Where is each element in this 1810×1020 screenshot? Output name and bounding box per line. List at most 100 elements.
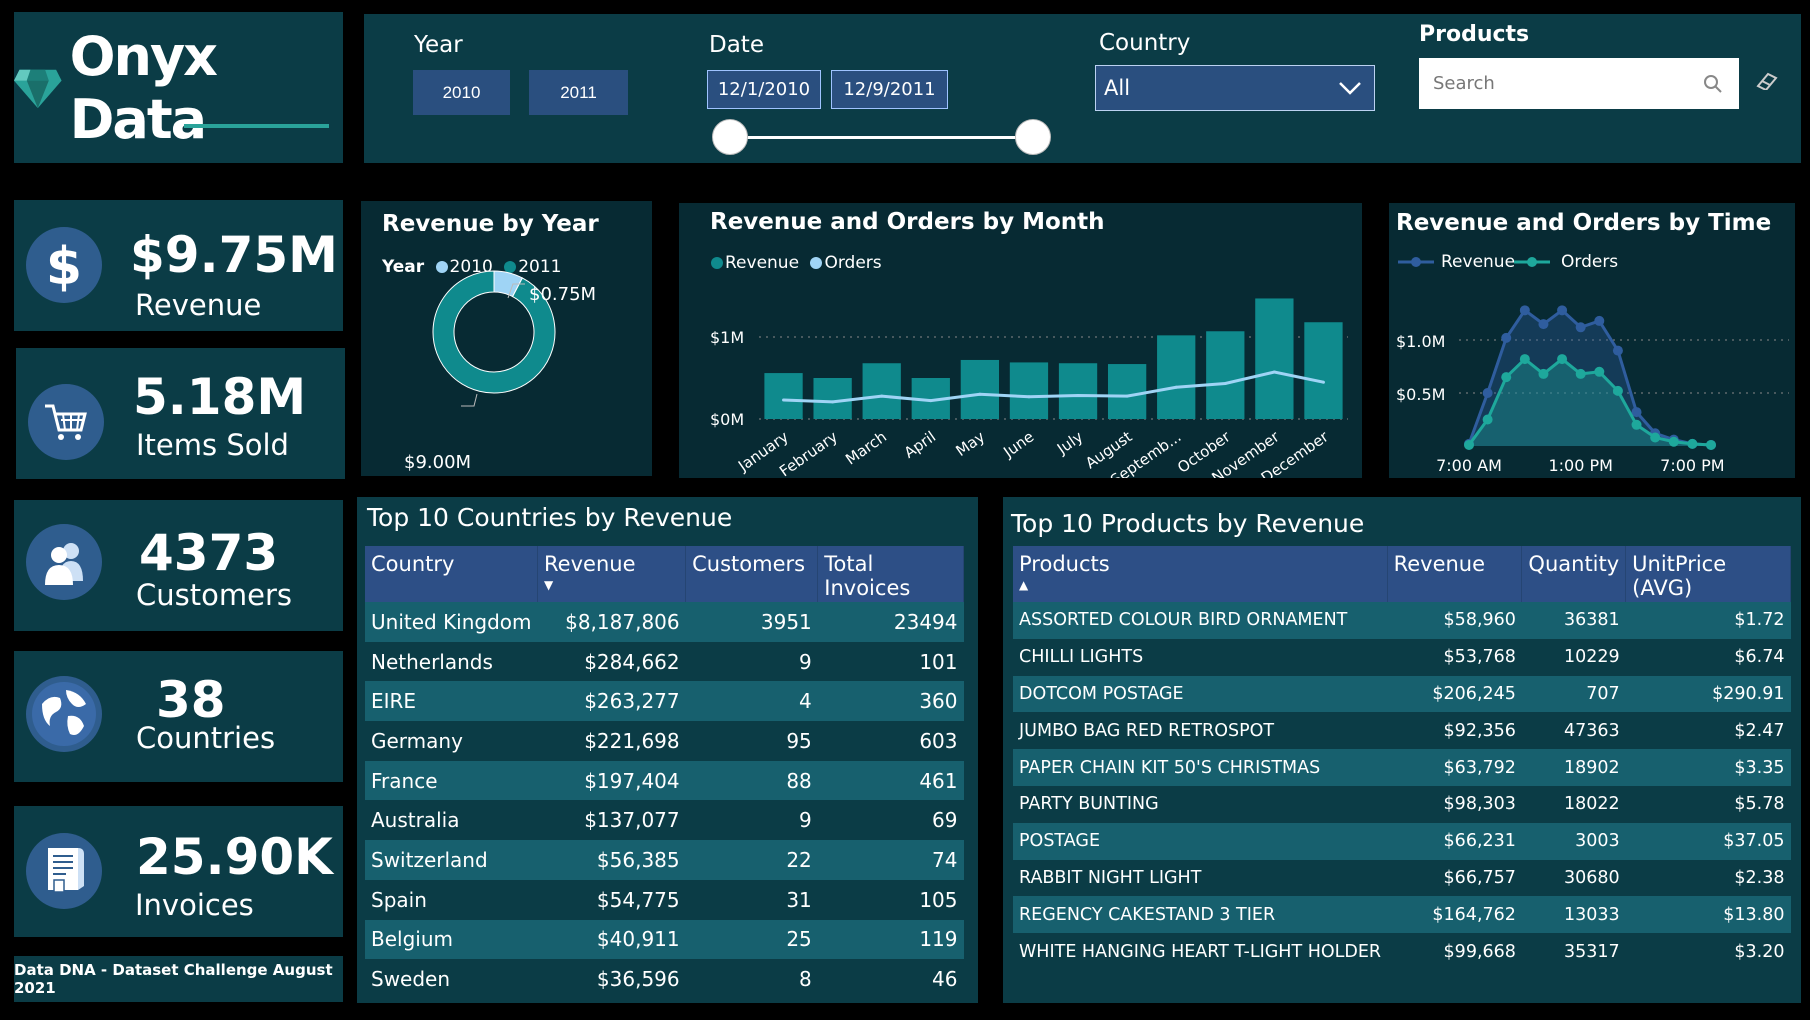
col-header-product-revenue[interactable]: Revenue — [1387, 546, 1523, 602]
product-cell: $164,762 — [1387, 896, 1522, 934]
orders-point[interactable] — [1538, 368, 1549, 379]
orders-point[interactable] — [1631, 419, 1642, 430]
revenue-point[interactable] — [1538, 319, 1549, 330]
orders-point[interactable] — [1501, 372, 1512, 383]
revenue-point[interactable] — [1557, 305, 1568, 316]
orders-point — [1223, 381, 1227, 385]
orders-point[interactable] — [1668, 436, 1679, 447]
revenue-point[interactable] — [1575, 322, 1586, 333]
country-cell: 31 — [685, 879, 818, 920]
globe-icon — [26, 676, 102, 752]
kpi-customers-label: Customers — [136, 578, 292, 612]
product-cell: POSTAGE — [1013, 822, 1388, 860]
revenue-point[interactable] — [1519, 305, 1530, 316]
orders-point[interactable] — [1575, 368, 1586, 379]
revenue-bar[interactable] — [1157, 335, 1196, 419]
products-search-input[interactable]: Search — [1419, 58, 1739, 109]
revenue-bar[interactable] — [862, 363, 901, 419]
revenue-bar[interactable] — [1255, 298, 1294, 419]
col-header-customers[interactable]: Customers — [685, 546, 819, 602]
country-dropdown[interactable]: All — [1095, 65, 1375, 111]
revenue-point[interactable] — [1501, 332, 1512, 343]
orders-point[interactable] — [1519, 354, 1530, 365]
product-cell: 707 — [1521, 675, 1626, 713]
table-row[interactable]: Australia $137,077 9 69 — [365, 800, 964, 841]
orders-point[interactable] — [1594, 366, 1605, 377]
table-row[interactable]: United Kingdom $8,187,806 3951 23494 — [365, 602, 964, 642]
col-header-quantity[interactable]: Quantity — [1521, 546, 1627, 602]
date-slider-track[interactable] — [730, 136, 1040, 139]
table-row[interactable]: PAPER CHAIN KIT 50'S CHRISTMAS $63,792 189… — [1013, 749, 1791, 786]
eraser-icon[interactable] — [1756, 72, 1778, 90]
col-header-unit-price[interactable]: UnitPrice (AVG) — [1625, 546, 1791, 602]
country-cell: $221,698 — [537, 721, 686, 761]
cart-icon — [28, 384, 104, 460]
col-header-total-invoices[interactable]: Total Invoices — [817, 546, 964, 602]
orders-point[interactable] — [1687, 438, 1698, 449]
kpi-items-sold-label: Items Sold — [136, 428, 289, 462]
country-cell: 95 — [685, 721, 818, 761]
revenue-bar[interactable] — [1206, 331, 1245, 419]
table-row[interactable]: Switzerland $56,385 22 74 — [365, 840, 964, 880]
year-2011-button[interactable]: 2011 — [529, 70, 628, 115]
product-cell: $2.38 — [1625, 859, 1791, 897]
date-end-input[interactable]: 12/9/2011 — [831, 70, 948, 109]
table-row[interactable]: Spain $54,775 31 105 — [365, 879, 964, 920]
country-cell: 360 — [817, 681, 964, 722]
orders-point[interactable] — [1612, 385, 1623, 396]
orders-point[interactable] — [1557, 354, 1568, 365]
country-cell: 8 — [685, 959, 818, 999]
year-filter-label: Year — [414, 32, 463, 58]
country-cell: Sweden — [365, 959, 538, 999]
donut-label-line-2011 — [461, 393, 478, 407]
col-header-revenue[interactable]: Revenue ▼ — [537, 546, 687, 602]
table-row[interactable]: EIRE $263,277 4 360 — [365, 681, 964, 722]
table-row[interactable]: POSTAGE $66,231 3003 $37.05 — [1013, 822, 1791, 860]
country-cell: $40,911 — [537, 919, 686, 960]
orders-point — [1174, 385, 1178, 389]
table-row[interactable]: CHILLI LIGHTS $53,768 10229 $6.74 — [1013, 638, 1791, 676]
revenue-bar[interactable] — [1304, 322, 1343, 419]
table-row[interactable]: ASSORTED COLOUR BIRD ORNAMENT $58,960 3638… — [1013, 602, 1791, 639]
table-row[interactable]: Germany $221,698 95 603 — [365, 721, 964, 761]
svg-text:$: $ — [46, 237, 82, 293]
table-row[interactable]: WHITE HANGING HEART T-LIGHT HOLDER $99,66… — [1013, 933, 1791, 970]
col-header-products[interactable]: Products ▲ — [1013, 546, 1388, 602]
orders-point — [1027, 395, 1031, 399]
revenue-bar[interactable] — [764, 373, 803, 419]
table-row[interactable]: DOTCOM POSTAGE $206,245 707 $290.91 — [1013, 675, 1791, 713]
top-countries-panel: Top 10 Countries by Revenue Country Reve… — [357, 497, 978, 1003]
logo-panel: Onyx Data — [14, 12, 343, 163]
revenue-point[interactable] — [1594, 315, 1605, 326]
revenue-bar[interactable] — [1107, 364, 1147, 419]
country-cell: 9 — [685, 800, 818, 841]
table-row[interactable]: PARTY BUNTING $98,303 18022 $5.78 — [1013, 785, 1791, 823]
orders-point[interactable] — [1706, 439, 1716, 450]
table-row[interactable]: REGENCY CAKESTAND 3 TIER $164,762 13033 $13… — [1013, 896, 1791, 934]
x-tick-label: July — [1053, 427, 1086, 458]
orders-point[interactable] — [1650, 432, 1661, 443]
orders-point[interactable] — [1464, 439, 1474, 450]
table-row[interactable]: RABBIT NIGHT LIGHT $66,757 30680 $2.38 — [1013, 859, 1791, 897]
year-2010-button[interactable]: 2010 — [413, 70, 510, 115]
table-row[interactable]: JUMBO BAG RED RETROSPOT $92,356 47363 $2.47 — [1013, 712, 1791, 750]
revenue-point[interactable] — [1482, 388, 1493, 398]
date-start-input[interactable]: 12/1/2010 — [707, 70, 821, 109]
x-tick-label: 1:00 PM — [1548, 456, 1612, 475]
col-header-country[interactable]: Country — [365, 546, 539, 602]
table-row[interactable]: Netherlands $284,662 9 101 — [365, 641, 964, 682]
orders-point[interactable] — [1482, 414, 1493, 425]
revenue-bar[interactable] — [813, 378, 852, 419]
product-cell: $58,960 — [1387, 602, 1522, 639]
orders-point — [831, 400, 835, 404]
date-slider-start-handle[interactable] — [712, 119, 748, 155]
revenue-bar[interactable] — [1009, 362, 1049, 419]
revenue-bar[interactable] — [1058, 363, 1098, 419]
date-slider-end-handle[interactable] — [1015, 119, 1051, 155]
table-row[interactable]: Belgium $40,911 25 119 — [365, 919, 964, 960]
table-row[interactable]: Sweden $36,596 8 46 — [365, 959, 964, 999]
revenue-bar[interactable] — [960, 359, 1000, 419]
revenue-point[interactable] — [1612, 345, 1623, 356]
product-cell: 35317 — [1521, 933, 1626, 970]
table-row[interactable]: France $197,404 88 461 — [365, 760, 964, 801]
